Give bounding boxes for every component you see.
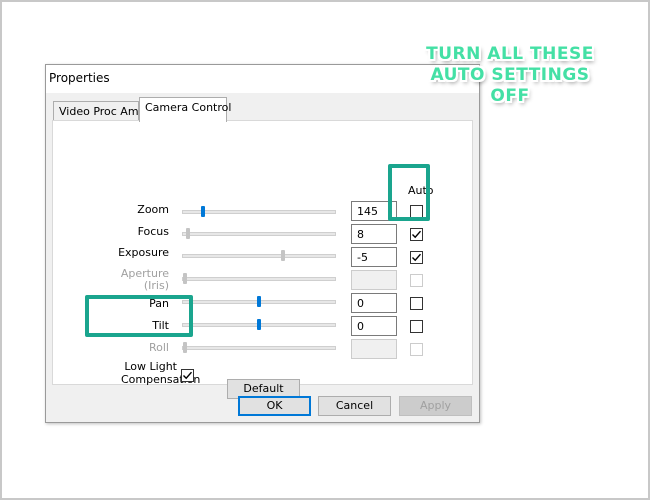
tab-camera-control[interactable]: Camera Control bbox=[139, 97, 231, 122]
pan-slider[interactable] bbox=[182, 296, 336, 307]
annotation-text: TURN ALL THESE AUTO SETTINGS OFF bbox=[426, 44, 594, 106]
aperture-slider-thumb bbox=[183, 273, 187, 284]
auto-checkbox-highlight bbox=[388, 164, 430, 221]
low-light-checkbox[interactable] bbox=[181, 369, 194, 382]
zoom-label: Zoom bbox=[137, 203, 169, 216]
exposure-auto-checkbox[interactable] bbox=[410, 251, 423, 264]
roll-slider-thumb bbox=[183, 342, 187, 353]
exposure-value[interactable]: -5 bbox=[351, 247, 397, 267]
roll-value bbox=[351, 339, 397, 359]
cancel-button[interactable]: Cancel bbox=[318, 396, 391, 416]
tilt-value[interactable]: 0 bbox=[351, 316, 397, 336]
focus-auto-checkbox[interactable] bbox=[410, 228, 423, 241]
tilt-auto-checkbox[interactable] bbox=[410, 320, 423, 333]
aperture-slider bbox=[182, 273, 336, 284]
pan-slider-thumb[interactable] bbox=[257, 296, 261, 307]
aperture-value bbox=[351, 270, 397, 290]
exposure-slider[interactable] bbox=[182, 250, 336, 261]
pan-value[interactable]: 0 bbox=[351, 293, 397, 313]
exposure-label: Exposure bbox=[118, 246, 169, 259]
roll-label: Roll bbox=[149, 341, 169, 354]
properties-dialog: Properties Video Proc Amp Camera Control… bbox=[45, 64, 480, 423]
focus-slider-thumb[interactable] bbox=[186, 228, 190, 239]
aperture-label: Aperture (Iris) bbox=[120, 267, 169, 292]
ok-button[interactable]: OK bbox=[238, 396, 311, 416]
aperture-auto-checkbox bbox=[410, 274, 423, 287]
check-icon bbox=[183, 371, 193, 380]
focus-slider[interactable] bbox=[182, 228, 336, 239]
check-icon bbox=[412, 253, 422, 262]
zoom-slider-thumb[interactable] bbox=[201, 206, 205, 217]
tilt-slider-thumb[interactable] bbox=[257, 319, 261, 330]
low-light-label: Low Light Compensation bbox=[121, 360, 201, 386]
focus-value[interactable]: 8 bbox=[351, 224, 397, 244]
zoom-slider[interactable] bbox=[182, 206, 336, 217]
check-icon bbox=[412, 230, 422, 239]
roll-slider bbox=[182, 342, 336, 353]
roll-auto-checkbox bbox=[410, 343, 423, 356]
title-bar: Properties bbox=[46, 65, 479, 93]
focus-label: Focus bbox=[137, 225, 169, 238]
exposure-slider-thumb[interactable] bbox=[281, 250, 285, 261]
low-light-highlight bbox=[85, 295, 193, 337]
tilt-slider[interactable] bbox=[182, 319, 336, 330]
tab-video-proc-amp[interactable]: Video Proc Amp bbox=[53, 101, 146, 122]
pan-auto-checkbox[interactable] bbox=[410, 297, 423, 310]
window-title: Properties bbox=[49, 71, 110, 85]
camera-control-panel: Auto Zoom 145 Focus 8 Exposure -5 Apertu… bbox=[52, 120, 473, 399]
apply-button: Apply bbox=[399, 396, 472, 416]
